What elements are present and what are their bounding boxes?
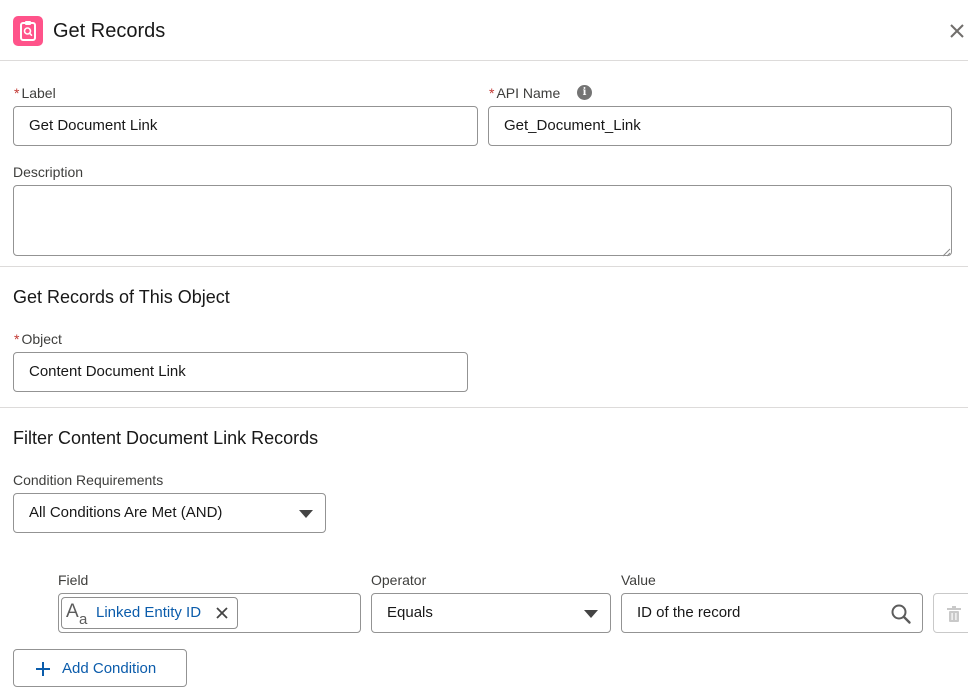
description-field-label: Description: [13, 164, 84, 180]
header-divider: [0, 60, 968, 61]
operator-select[interactable]: Equals: [371, 593, 611, 633]
section-divider: [0, 407, 968, 408]
plus-icon: [35, 661, 51, 677]
resize-handle-icon[interactable]: [941, 244, 951, 257]
chevron-down-icon: [584, 610, 598, 618]
description-textarea[interactable]: [13, 185, 952, 256]
label-field-label: * Label: [14, 85, 56, 101]
value-input[interactable]: ID of the record: [621, 593, 923, 633]
svg-text:A: A: [66, 601, 79, 622]
add-condition-label: Add Condition: [62, 660, 157, 677]
object-field-label: * Object: [14, 331, 62, 347]
condition-requirements-label: Condition Requirements: [13, 472, 164, 488]
text-type-icon: A a: [65, 599, 93, 628]
info-icon[interactable]: i: [577, 85, 592, 100]
required-marker: *: [14, 85, 20, 101]
delete-condition-button[interactable]: [933, 593, 968, 633]
operator-value: Equals: [387, 604, 433, 621]
get-records-icon: [13, 16, 43, 46]
field-pill[interactable]: A a Linked Entity ID: [61, 597, 238, 629]
required-marker: *: [489, 85, 495, 101]
label-input[interactable]: Get Document Link: [13, 106, 478, 146]
object-input[interactable]: Content Document Link: [13, 352, 468, 392]
value-input-text: ID of the record: [637, 604, 741, 621]
search-icon[interactable]: [890, 603, 912, 625]
operator-column-label: Operator: [371, 572, 427, 588]
close-icon[interactable]: [214, 605, 230, 621]
api-name-field-label: * API Name: [489, 85, 561, 101]
value-column-label: Value: [621, 572, 656, 588]
condition-requirements-select[interactable]: All Conditions Are Met (AND): [13, 493, 326, 533]
field-column-label: Field: [58, 572, 89, 588]
page-title: Get Records: [53, 20, 166, 42]
api-name-input[interactable]: Get_Document_Link: [488, 106, 952, 146]
chevron-down-icon: [299, 510, 313, 518]
close-icon[interactable]: [946, 20, 968, 42]
field-pill-label: Linked Entity ID: [96, 604, 202, 621]
section-divider: [0, 266, 968, 267]
trash-icon: [946, 605, 962, 623]
condition-requirements-value: All Conditions Are Met (AND): [29, 504, 223, 521]
required-marker: *: [14, 331, 20, 347]
filter-section-title: Filter Content Document Link Records: [13, 428, 319, 448]
svg-text:a: a: [79, 611, 88, 627]
add-condition-button[interactable]: Add Condition: [13, 649, 187, 687]
object-section-title: Get Records of This Object: [13, 287, 230, 307]
